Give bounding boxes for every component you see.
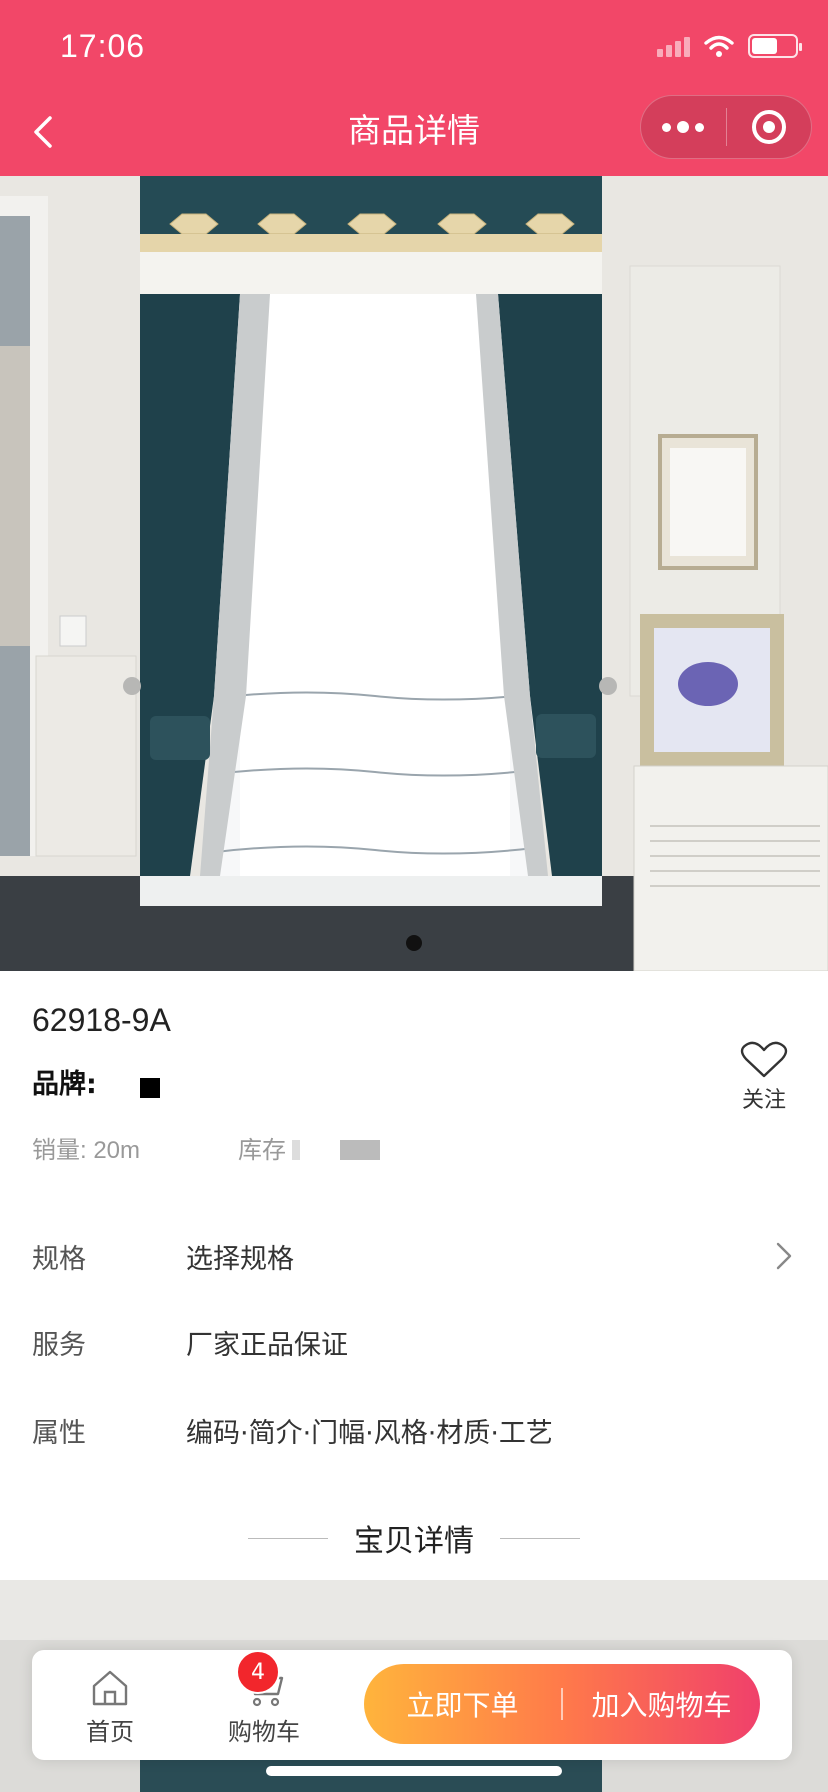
more-button[interactable] [641,96,726,158]
add-to-cart-button[interactable]: 加入购物车 [563,1684,760,1724]
chevron-right-icon [776,1242,792,1270]
close-button[interactable] [727,96,812,158]
row-key: 属性 [32,1417,86,1449]
tab-home-label: 首页 [86,1718,134,1746]
status-time: 17:06 [60,28,146,64]
page: 17:06 商品详情 62918-9A 品牌: 关注 销量: 20m 库存 规格… [0,0,828,1792]
row-value: 编码·简介·门幅·风格·材质·工艺 [186,1417,553,1449]
status-icons [657,34,802,58]
row-value: 选择规格 [186,1243,294,1275]
stock-redaction [340,1140,380,1160]
service-row: 服务 厂家正品保证 [32,1312,796,1372]
divider-line [248,1537,328,1539]
cart-count-badge: 4 [236,1650,280,1694]
curtain-image [0,176,828,971]
header: 17:06 商品详情 [0,0,828,176]
sales-info: 销量: 20m [32,1137,141,1164]
more-dot-icon [695,122,705,132]
signal-icon [657,35,690,57]
attribute-row: 属性 编码·简介·门幅·风格·材质·工艺 [32,1400,796,1460]
wifi-icon [704,35,734,57]
carousel-indicator[interactable] [406,935,422,951]
more-dot-icon [662,122,672,132]
product-image[interactable] [0,176,828,971]
battery-icon [748,34,802,58]
home-icon [92,1670,128,1706]
tab-cart-label: 购物车 [228,1718,300,1746]
favorite-label[interactable]: 关注 [734,1082,794,1114]
more-dot-icon [677,121,690,133]
heart-icon[interactable] [734,1040,794,1080]
row-value: 厂家正品保证 [186,1329,348,1361]
stock-label: 库存 [238,1136,286,1164]
product-sku: 62918-9A [32,1002,171,1038]
mini-program-capsule [640,95,812,159]
row-key: 服务 [32,1329,86,1361]
stock-redaction [292,1140,300,1160]
spec-row[interactable]: 规格 选择规格 [32,1226,796,1286]
detail-section-title: 宝贝详情 [0,1516,828,1560]
tab-home[interactable]: 首页 [60,1664,160,1747]
divider-line [500,1537,580,1539]
row-key: 规格 [32,1243,86,1275]
brand-redaction [140,1078,160,1098]
close-target-icon [751,110,786,144]
buy-now-button[interactable]: 立即下单 [364,1684,561,1724]
brand-label: 品牌: [32,1069,97,1100]
section-heading: 宝贝详情 [354,1524,474,1559]
home-indicator [266,1766,562,1776]
purchase-actions: 立即下单 加入购物车 [364,1664,760,1744]
